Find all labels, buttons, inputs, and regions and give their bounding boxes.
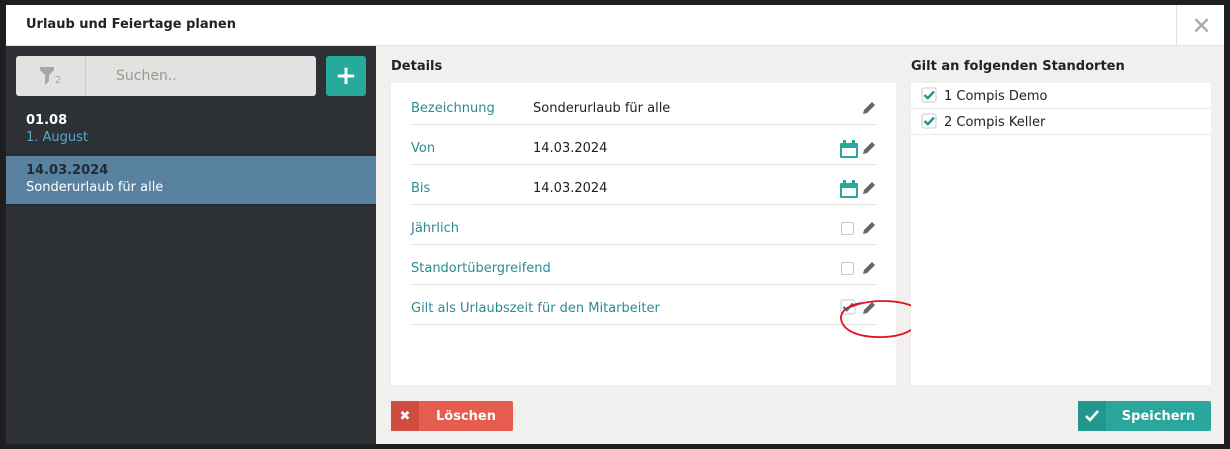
- search-bar: 2: [16, 56, 316, 96]
- add-holiday-button[interactable]: +: [326, 56, 366, 96]
- pencil-icon[interactable]: [862, 141, 876, 155]
- location-label: 2 Compis Keller: [944, 115, 1046, 130]
- location-checkbox[interactable]: [921, 113, 937, 129]
- list-item-name: 1. August: [26, 130, 89, 145]
- list-item[interactable]: 01.08 1. August: [6, 106, 376, 155]
- field-bis: Bis 14.03.2024: [411, 165, 876, 205]
- location-label: 1 Compis Demo: [944, 89, 1048, 104]
- jaehrlich-checkbox[interactable]: [841, 222, 854, 235]
- list-item-selected[interactable]: 14.03.2024 Sonderurlaub für alle: [6, 156, 376, 205]
- pencil-icon[interactable]: [862, 221, 876, 235]
- filter-count: 2: [54, 75, 62, 86]
- details-panel: Bezeichnung Sonderurlaub für alle Von 14…: [391, 83, 922, 385]
- location-item[interactable]: 1 Compis Demo: [911, 83, 1211, 109]
- list-item-date: 01.08: [26, 113, 68, 128]
- field-label: Bis: [411, 181, 431, 196]
- field-standortuebergreifend: Standortübergreifend: [411, 245, 876, 285]
- locations-heading: Gilt an folgenden Standorten: [911, 59, 1125, 74]
- close-icon: ✕: [1191, 11, 1212, 40]
- list-item-date: 14.03.2024: [26, 163, 109, 178]
- filter-button[interactable]: 2: [16, 56, 86, 96]
- delete-label: Löschen: [436, 408, 496, 424]
- search-input[interactable]: [88, 56, 316, 96]
- field-value[interactable]: 14.03.2024: [533, 141, 607, 156]
- field-value[interactable]: 14.03.2024: [533, 181, 607, 196]
- field-label: Standortübergreifend: [411, 261, 551, 276]
- field-urlaubszeit: Gilt als Urlaubszeit für den Mitarbeiter: [411, 285, 922, 338]
- field-label: Jährlich: [411, 221, 459, 236]
- delete-icon: ✖: [391, 401, 419, 431]
- calendar-icon[interactable]: [839, 179, 859, 199]
- field-von: Von 14.03.2024: [411, 125, 876, 165]
- save-label: Speichern: [1121, 408, 1196, 424]
- holiday-planner-dialog: Urlaub und Feiertage planen ✕ 2 + 01.08 …: [5, 4, 1225, 445]
- standortuebergreifend-checkbox[interactable]: [841, 262, 854, 275]
- location-checkbox[interactable]: [921, 87, 937, 103]
- field-label: Bezeichnung: [411, 101, 495, 116]
- location-item[interactable]: 2 Compis Keller: [911, 109, 1211, 135]
- dialog-title: Urlaub und Feiertage planen: [26, 17, 236, 32]
- calendar-icon[interactable]: [839, 139, 859, 159]
- pencil-icon[interactable]: [862, 181, 876, 195]
- locations-panel: 1 Compis Demo 2 Compis Keller: [911, 83, 1211, 385]
- list-item-name: Sonderurlaub für alle: [26, 180, 164, 195]
- field-label: Gilt als Urlaubszeit für den Mitarbeiter: [411, 301, 660, 316]
- pencil-icon[interactable]: [862, 261, 876, 275]
- delete-button[interactable]: ✖ Löschen: [391, 401, 513, 431]
- field-bezeichnung: Bezeichnung Sonderurlaub für alle: [411, 85, 876, 125]
- plus-icon: +: [335, 61, 357, 91]
- close-button[interactable]: ✕: [1176, 5, 1224, 46]
- field-jaehrlich: Jährlich: [411, 205, 876, 245]
- field-value[interactable]: Sonderurlaub für alle: [533, 101, 670, 116]
- pencil-icon[interactable]: [862, 101, 876, 115]
- checkmark-icon: [1078, 401, 1106, 431]
- details-heading: Details: [391, 59, 443, 74]
- dialog-titlebar: Urlaub und Feiertage planen ✕: [6, 5, 1224, 46]
- holiday-sidebar: 2 + 01.08 1. August 14.03.2024 Sonderurl…: [6, 46, 376, 444]
- save-button[interactable]: Speichern: [1078, 401, 1211, 431]
- field-label: Von: [411, 141, 436, 156]
- filter-icon: [39, 67, 54, 85]
